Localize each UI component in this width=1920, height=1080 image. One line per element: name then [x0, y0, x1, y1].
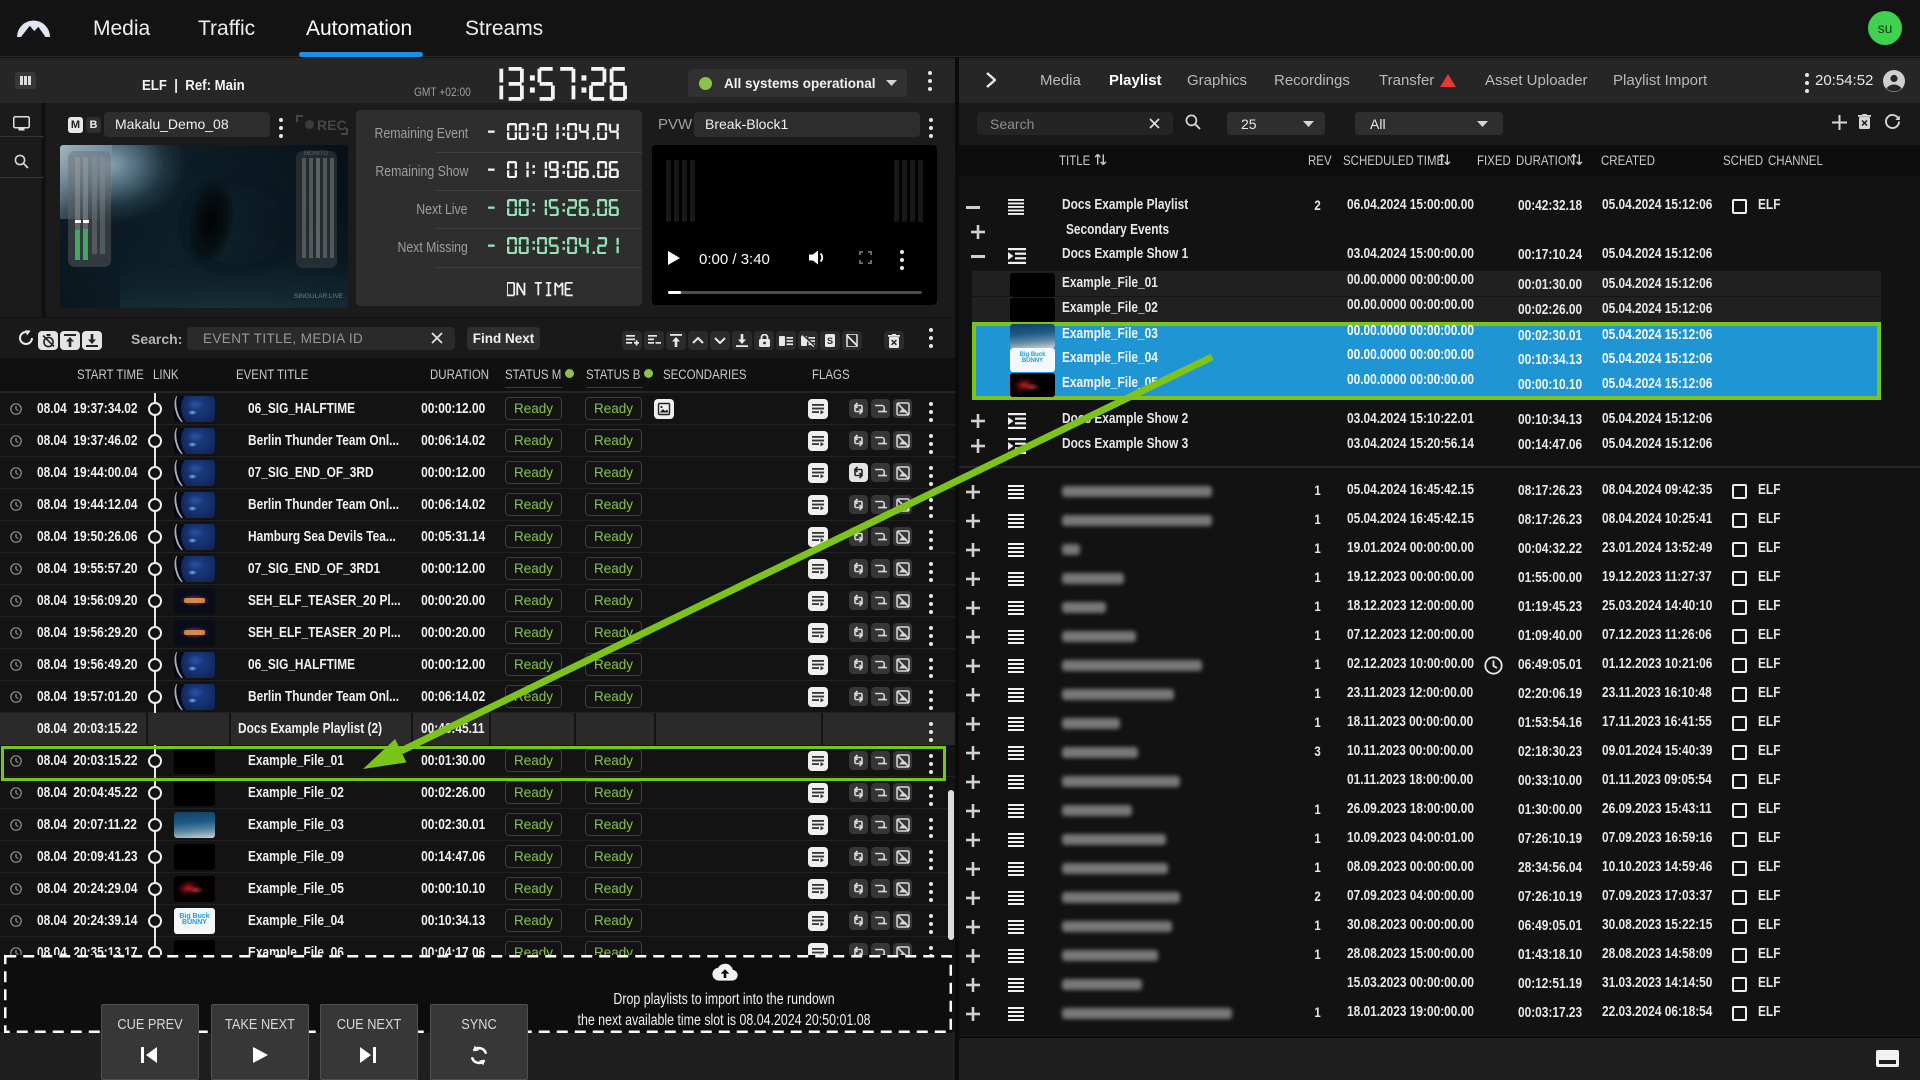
- svg-text:S: S: [827, 336, 833, 346]
